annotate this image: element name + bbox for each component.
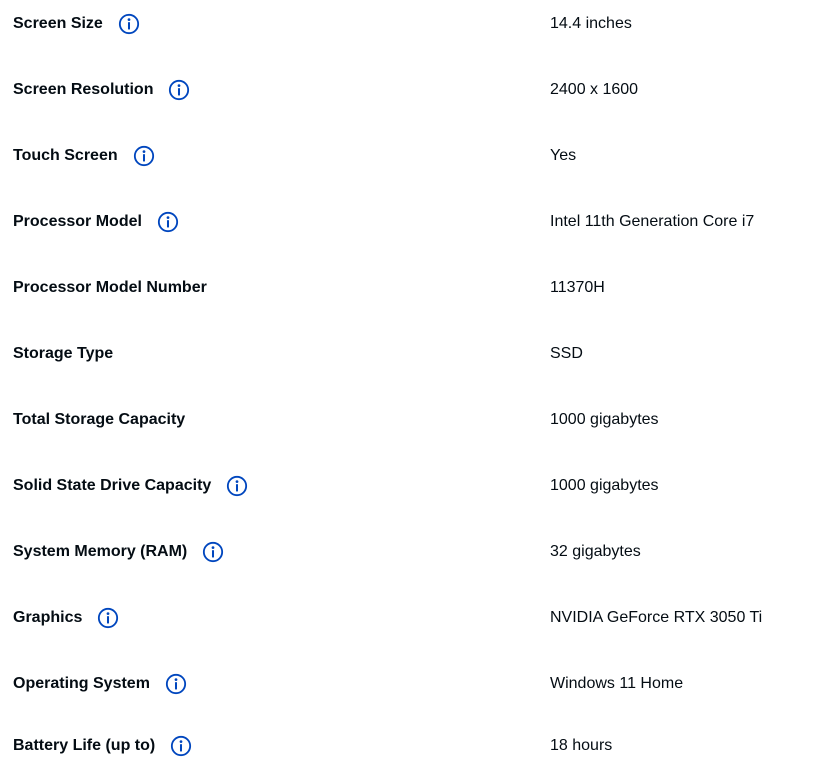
spec-value: 18 hours	[550, 737, 613, 754]
spec-row-processor-model: Processor Model Intel 11th Generation Co…	[0, 202, 813, 242]
info-icon	[165, 673, 187, 695]
spec-label-cell: Solid State Drive Capacity	[13, 466, 249, 506]
processor-model-info-button[interactable]	[156, 210, 180, 234]
spec-row-battery-life: Battery Life (up to) 18 hours	[0, 726, 813, 766]
spec-value: SSD	[550, 345, 583, 362]
spec-label: Storage Type	[13, 345, 114, 362]
spec-value: Intel 11th Generation Core i7	[550, 213, 755, 230]
spec-row-screen-resolution: Screen Resolution 2400 x 1600	[0, 70, 813, 110]
spec-row-screen-size: Screen Size 14.4 inches	[0, 4, 813, 44]
ssd-capacity-info-button[interactable]	[225, 474, 249, 498]
spec-row-operating-system: Operating System Windows 11 Home	[0, 664, 813, 704]
spec-label: System Memory (RAM)	[13, 543, 188, 560]
info-icon	[169, 79, 190, 101]
spec-label-cell: Graphics	[13, 598, 120, 638]
spec-label-cell: Operating System	[13, 664, 188, 704]
spec-label: Processor Model	[13, 213, 142, 230]
info-icon	[133, 145, 154, 167]
spec-label-cell: Processor Model	[13, 202, 180, 242]
spec-value: 2400 x 1600	[550, 81, 639, 98]
spec-label-cell: Screen Resolution	[13, 70, 191, 110]
spec-label: Operating System	[13, 675, 150, 692]
spec-label-cell: Total Storage Capacity	[13, 400, 185, 440]
spec-label: Screen Resolution	[13, 81, 154, 98]
info-icon	[171, 735, 192, 757]
touch-screen-info-button[interactable]	[132, 144, 156, 168]
spec-label-cell: Battery Life (up to)	[13, 726, 193, 766]
operating-system-info-button[interactable]	[164, 672, 188, 696]
spec-label-cell: Processor Model Number	[13, 268, 207, 308]
info-icon	[98, 607, 119, 629]
spec-label-cell: Touch Screen	[13, 136, 156, 176]
system-memory-info-button[interactable]	[201, 540, 225, 564]
info-icon	[157, 211, 179, 233]
spec-label-cell: Screen Size	[13, 4, 141, 44]
spec-label: Battery Life (up to)	[13, 737, 156, 754]
spec-value: 32 gigabytes	[550, 543, 641, 560]
spec-value: 11370H	[550, 279, 605, 296]
spec-label: Graphics	[13, 609, 83, 626]
spec-label: Total Storage Capacity	[13, 411, 186, 428]
spec-value: 14.4 inches	[550, 15, 632, 32]
spec-row-graphics: Graphics NVIDIA GeForce RTX 3050 Ti	[0, 598, 813, 638]
info-icon	[227, 475, 248, 497]
spec-row-system-memory: System Memory (RAM) 32 gigabytes	[0, 532, 813, 572]
spec-row-total-storage-capacity: Total Storage Capacity 1000 gigabytes	[0, 400, 813, 440]
battery-life-info-button[interactable]	[169, 734, 193, 758]
spec-label-cell: System Memory (RAM)	[13, 532, 225, 572]
spec-value: 1000 gigabytes	[550, 411, 659, 428]
info-icon	[118, 13, 139, 35]
spec-row-processor-model-number: Processor Model Number 11370H	[0, 268, 813, 308]
spec-label: Touch Screen	[13, 147, 118, 164]
spec-value: Windows 11 Home	[550, 675, 684, 692]
spec-label: Screen Size	[13, 15, 103, 32]
info-icon	[203, 541, 224, 563]
screen-resolution-info-button[interactable]	[167, 78, 191, 102]
spec-label: Solid State Drive Capacity	[13, 477, 212, 494]
spec-row-ssd-capacity: Solid State Drive Capacity 1000 gigabyte…	[0, 466, 813, 506]
spec-row-touch-screen: Touch Screen Yes	[0, 136, 813, 176]
screen-size-info-button[interactable]	[117, 12, 141, 36]
spec-row-storage-type: Storage Type SSD	[0, 334, 813, 374]
graphics-info-button[interactable]	[96, 606, 120, 630]
spec-label: Processor Model Number	[13, 279, 207, 296]
spec-value: Yes	[550, 147, 577, 164]
spec-label-cell: Storage Type	[13, 334, 113, 374]
spec-value: 1000 gigabytes	[550, 477, 659, 494]
spec-value: NVIDIA GeForce RTX 3050 Ti	[550, 609, 763, 626]
